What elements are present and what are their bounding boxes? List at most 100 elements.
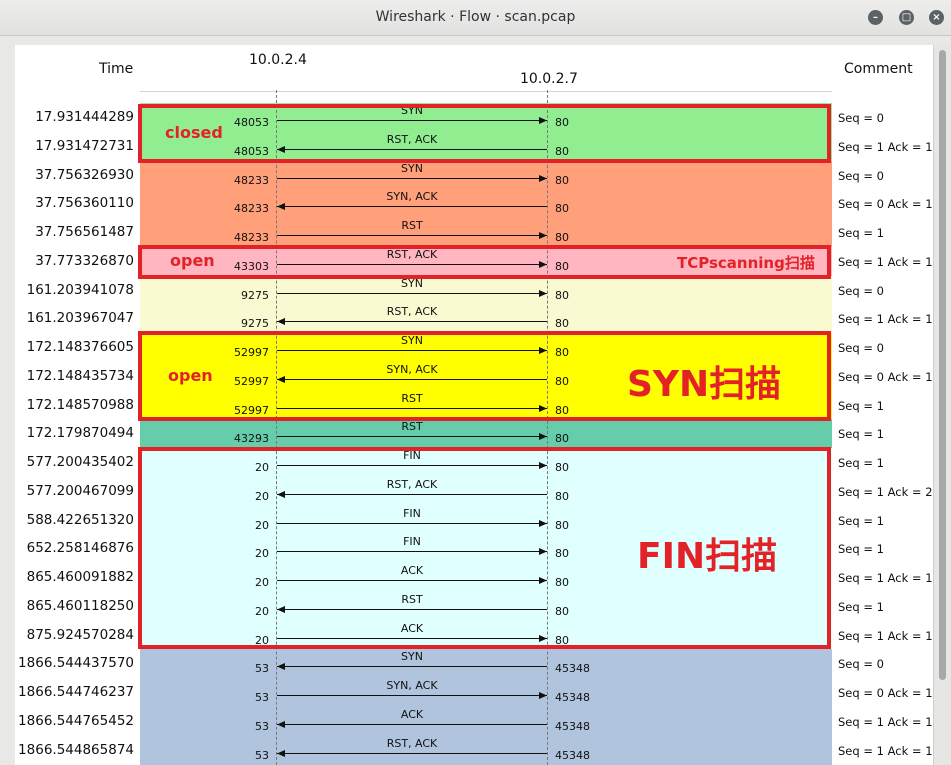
comment-cell: Seq = 1	[838, 513, 884, 528]
arrow-right-icon	[277, 232, 547, 239]
flow-row[interactable]: 1866.544865874 53 RST, ACK 45348 Seq = 1 Ack…	[15, 735, 933, 765]
source-port: 43293	[234, 432, 269, 446]
source-port: 53	[255, 719, 269, 733]
destination-port: 45348	[555, 691, 590, 704]
source-port: 53	[255, 748, 269, 762]
open-annotation-1: open	[170, 251, 215, 270]
time-cell: 37.773326870	[35, 252, 134, 269]
time-cell: 1866.544746237	[18, 684, 134, 700]
comment-cell: Seq = 0 Ack = 1	[838, 686, 933, 700]
comment-cell: Seq = 0	[838, 657, 884, 672]
time-cell: 161.203941078	[26, 281, 134, 298]
comment-cell: Seq = 0 Ack = 1	[838, 369, 933, 384]
time-cell: 865.460091882	[26, 569, 134, 585]
time-cell: 865.460118250	[26, 597, 134, 614]
comment-cell: Seq = 1	[838, 599, 884, 614]
comment-cell: Seq = 1 Ack = 1	[838, 571, 933, 585]
time-cell: 1866.544865874	[18, 741, 134, 758]
source-port: 9275	[241, 317, 269, 331]
flow-graph[interactable]: Time 10.0.2.4 10.0.2.7 Comment 17.931444…	[15, 45, 933, 765]
syn-scan-annotation: SYN扫描	[627, 364, 782, 405]
comment-cell: Seq = 1 Ack = 1	[838, 139, 933, 154]
destination-port: 80	[555, 288, 569, 302]
arrow-left-icon	[277, 720, 547, 728]
time-column-header: Time	[99, 61, 134, 77]
destination-port: 45348	[555, 748, 590, 762]
time-cell: 17.931444289	[35, 109, 134, 125]
source-port: 53	[255, 691, 269, 704]
destination-port: 80	[555, 432, 569, 446]
host-b-header: 10.0.2.7	[520, 71, 578, 87]
comment-cell: Seq = 0 Ack = 1	[838, 197, 933, 212]
arrow-right-icon	[277, 692, 547, 699]
time-cell: 37.756326930	[35, 166, 134, 183]
close-button[interactable]: ×	[929, 10, 944, 25]
destination-port: 80	[555, 173, 569, 187]
flow-row[interactable]: 1866.544746237 53 SYN, ACK 45348 Seq = 0 Ack…	[15, 678, 933, 707]
vertical-scrollbar[interactable]	[933, 45, 951, 765]
comment-cell: Seq = 1 Ack = 2	[838, 484, 933, 499]
flow-row[interactable]: 37.756326930 48233 SYN 80 Seq = 0	[15, 160, 933, 190]
arrow-left-icon	[277, 749, 547, 757]
time-cell: 161.203967047	[26, 310, 134, 327]
comment-column-header: Comment	[844, 61, 913, 77]
flow-row[interactable]: 1866.544765452 53 ACK 45348 Seq = 1 Ack = 1	[15, 706, 933, 736]
destination-port: 80	[555, 202, 569, 216]
arrow-left-icon	[277, 318, 547, 326]
time-cell: 37.756561487	[35, 224, 134, 240]
host-b-lifeline	[547, 90, 548, 765]
header-divider	[140, 91, 832, 92]
comment-cell: Seq = 1 Ack = 1	[838, 628, 933, 643]
time-cell: 577.200467099	[26, 482, 134, 499]
host-a-header: 10.0.2.4	[249, 52, 307, 68]
flow-row[interactable]: 1866.544437570 53 SYN 45348 Seq = 0	[15, 649, 933, 679]
destination-port: 80	[555, 231, 569, 244]
open-annotation-2: open	[168, 366, 213, 385]
flow-row[interactable]: 37.756360110 48233 SYN, ACK 80 Seq = 0 Ack =…	[15, 189, 933, 219]
destination-port: 80	[555, 317, 569, 331]
comment-cell: Seq = 1 Ack = 1	[838, 743, 933, 758]
time-cell: 172.148435734	[26, 367, 134, 384]
minimize-button[interactable]: –	[868, 10, 883, 25]
source-port: 48233	[234, 173, 269, 187]
title-bar: Wireshark · Flow · scan.pcap – □ ×	[0, 0, 951, 36]
comment-cell: Seq = 1	[838, 226, 884, 240]
comment-cell: Seq = 1	[838, 398, 884, 413]
tcp-scanning-annotation: TCPscanning扫描	[677, 254, 815, 272]
source-port: 53	[255, 662, 269, 676]
window-title: Wireshark · Flow · scan.pcap	[375, 9, 576, 25]
flow-row[interactable]: 172.179870494 43293 RST 80 Seq = 1	[15, 419, 933, 449]
time-cell: 875.924570284	[26, 626, 134, 643]
time-cell: 588.422651320	[26, 511, 134, 528]
time-cell: 1866.544765452	[18, 712, 134, 729]
time-cell: 577.200435402	[26, 454, 134, 470]
scrollbar-thumb[interactable]	[939, 50, 946, 680]
comment-cell: Seq = 0	[838, 111, 884, 125]
source-port: 9275	[241, 288, 269, 302]
maximize-button[interactable]: □	[899, 10, 914, 25]
flow-row[interactable]: 37.756561487 48233 RST 80 Seq = 1	[15, 218, 933, 247]
comment-cell: Seq = 1 Ack = 1	[838, 312, 933, 327]
destination-port: 45348	[555, 662, 590, 676]
comment-cell: Seq = 1 Ack = 1	[838, 254, 933, 269]
flow-row[interactable]: 161.203967047 9275 RST, ACK 80 Seq = 1 Ack =…	[15, 304, 933, 334]
time-cell: 1866.544437570	[18, 655, 134, 672]
flow-row[interactable]: 161.203941078 9275 SYN 80 Seq = 0	[15, 275, 933, 305]
time-cell: 172.148570988	[26, 396, 134, 413]
arrow-left-icon	[277, 663, 547, 671]
arrow-right-icon	[277, 433, 547, 441]
comment-cell: Seq = 1	[838, 542, 884, 557]
comment-cell: Seq = 1	[838, 456, 884, 470]
fin-scan-annotation: FIN扫描	[637, 536, 778, 577]
arrow-right-icon	[277, 174, 547, 182]
source-port: 48233	[234, 231, 269, 244]
time-cell: 172.148376605	[26, 339, 134, 355]
destination-port: 45348	[555, 719, 590, 733]
time-cell: 17.931472731	[35, 137, 134, 154]
comment-cell: Seq = 1	[838, 427, 884, 442]
time-cell: 37.756360110	[35, 195, 134, 212]
arrow-right-icon	[277, 289, 547, 297]
comment-cell: Seq = 0	[838, 341, 884, 355]
source-port: 48233	[234, 202, 269, 216]
comment-cell: Seq = 1 Ack = 1	[838, 714, 933, 729]
